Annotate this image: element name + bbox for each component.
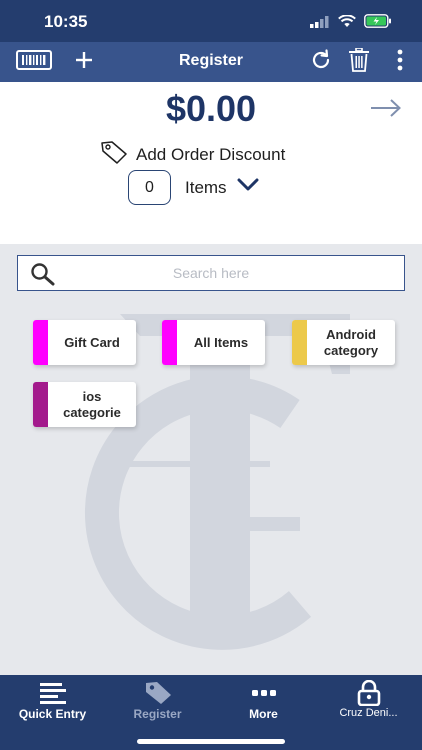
category-color-stripe: [33, 382, 48, 427]
more-dots-icon: [251, 679, 277, 707]
wifi-icon: [338, 13, 356, 33]
category-color-stripe: [162, 320, 177, 365]
more-options-button[interactable]: [390, 42, 410, 82]
kebab-icon: [397, 49, 403, 76]
add-order-discount-button[interactable]: Add Order Discount: [100, 140, 285, 169]
search-bar: [17, 255, 405, 291]
order-summary: $0.00 Add Order Discount 0 Items: [0, 82, 422, 244]
tab-label: More: [249, 707, 278, 721]
delete-button[interactable]: [346, 42, 372, 82]
items-count-box[interactable]: 0: [128, 170, 171, 205]
items-label: Items: [185, 177, 227, 197]
trash-icon: [348, 46, 370, 77]
category-label: Android category: [323, 326, 379, 358]
tab-label: Quick Entry: [18, 707, 87, 721]
search-icon: [30, 262, 56, 291]
status-time: 10:35: [44, 12, 88, 31]
order-total: $0.00: [165, 88, 257, 129]
tab-label: Cruz Deni...: [339, 707, 398, 719]
chevron-down-icon[interactable]: [237, 178, 259, 197]
category-label: ios categorie: [63, 388, 121, 420]
category-area: Gift Card All Items Android category ios…: [0, 244, 422, 675]
tab-account[interactable]: Cruz Deni...: [316, 675, 421, 725]
battery-icon: [364, 14, 392, 33]
tab-label: Register: [133, 707, 182, 721]
category-gift-card[interactable]: Gift Card: [33, 320, 136, 365]
category-ios[interactable]: ios categorie: [33, 382, 136, 427]
status-icons: [310, 13, 392, 33]
toolbar: Register: [0, 42, 422, 82]
refresh-icon: [310, 48, 332, 76]
items-row: 0 Items: [128, 170, 259, 205]
lock-icon: [357, 679, 381, 707]
search-input[interactable]: [18, 256, 404, 290]
refresh-button[interactable]: [308, 42, 334, 82]
arrow-right-icon[interactable]: [370, 98, 402, 123]
home-indicator: [137, 739, 285, 744]
category-color-stripe: [33, 320, 48, 365]
add-order-discount-label: Add Order Discount: [136, 144, 286, 164]
category-label: All Items: [193, 334, 249, 350]
list-icon: [38, 679, 68, 707]
tab-quick-entry[interactable]: Quick Entry: [0, 675, 105, 725]
category-all-items[interactable]: All Items: [162, 320, 265, 365]
category-label: Gift Card: [64, 334, 120, 350]
category-color-stripe: [292, 320, 307, 365]
tab-register[interactable]: Register: [105, 675, 210, 725]
status-bar: 10:35: [0, 0, 422, 42]
category-android[interactable]: Android category: [292, 320, 395, 365]
tab-more[interactable]: More: [211, 675, 316, 725]
signal-icon: [310, 15, 330, 33]
tag-icon: [144, 679, 172, 707]
tag-icon: [100, 140, 128, 169]
